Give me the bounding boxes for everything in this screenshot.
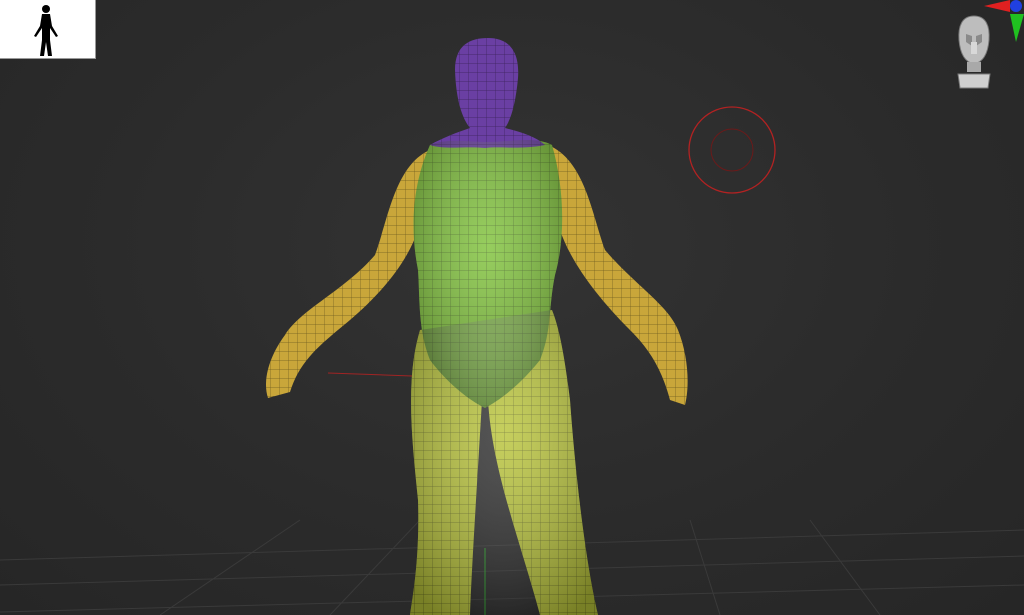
brush-cursor-icon xyxy=(688,106,776,194)
sculpt-model[interactable] xyxy=(0,0,1024,615)
human-silhouette-icon xyxy=(34,5,58,56)
navigation-head-icon[interactable] xyxy=(950,12,998,90)
head-polygroup xyxy=(430,38,545,148)
thumbnail-window xyxy=(0,0,96,59)
zbrush-viewport[interactable] xyxy=(0,0,1024,615)
